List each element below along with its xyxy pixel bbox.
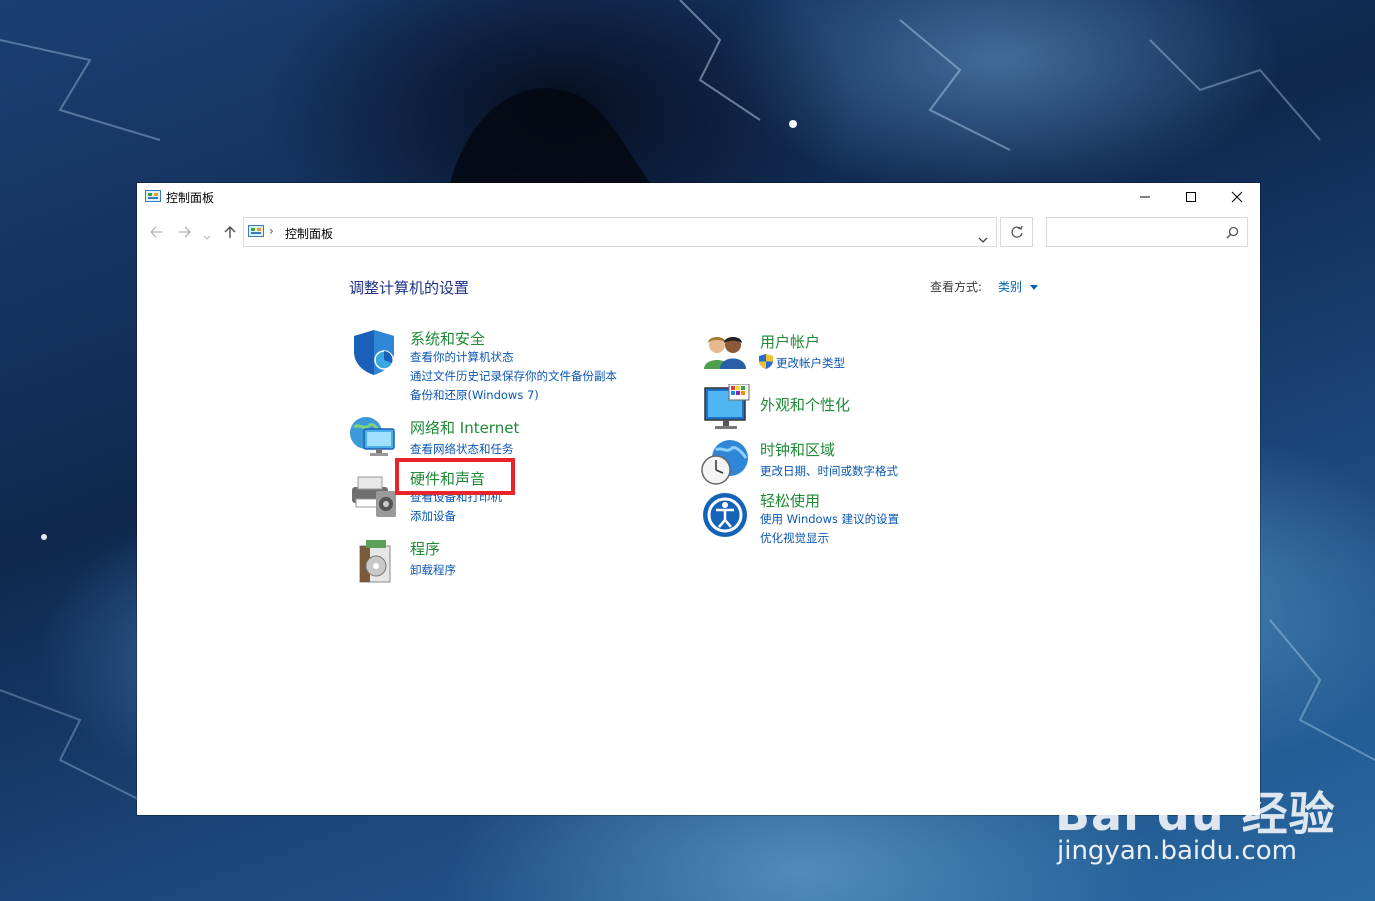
close-icon — [1231, 191, 1243, 203]
chevron-down-icon — [978, 237, 988, 243]
minimize-button[interactable] — [1122, 183, 1168, 211]
link-change-date-time-format[interactable]: 更改日期、时间或数字格式 — [760, 463, 898, 479]
link-add-device[interactable]: 添加设备 — [410, 508, 456, 524]
address-dropdown-button[interactable] — [978, 229, 988, 248]
highlight-box — [395, 458, 515, 495]
forward-arrow-icon — [179, 226, 191, 238]
uac-shield-icon — [759, 354, 773, 369]
forward-button[interactable] — [178, 225, 192, 243]
category-ease-of-access[interactable]: 轻松使用 — [760, 490, 820, 511]
view-by-dropdown[interactable]: 类别 — [998, 278, 1038, 295]
printer-icon[interactable] — [348, 469, 398, 519]
link-backup-restore[interactable]: 备份和还原(Windows 7) — [410, 387, 539, 403]
watermark-logo: Bai du 经验 — [1055, 787, 1336, 841]
watermark-url: jingyan.baidu.com — [1057, 836, 1297, 866]
category-appearance[interactable]: 外观和个性化 — [760, 394, 850, 415]
category-network-internet[interactable]: 网络和 Internet — [410, 417, 519, 438]
search-icon — [1226, 226, 1239, 239]
shield-icon[interactable] — [350, 328, 398, 376]
search-input[interactable] — [1046, 217, 1248, 247]
minimize-icon — [1140, 196, 1150, 198]
back-button[interactable] — [149, 225, 163, 243]
category-user-accounts[interactable]: 用户帐户 — [760, 331, 820, 352]
up-arrow-icon — [224, 226, 236, 238]
ease-of-access-icon[interactable] — [702, 492, 748, 538]
link-recommended-settings[interactable]: 使用 Windows 建议的设置 — [760, 511, 899, 527]
breadcrumb[interactable]: 控制面板 — [285, 225, 333, 242]
category-programs[interactable]: 程序 — [410, 538, 440, 559]
appearance-icon[interactable] — [703, 384, 751, 432]
control-panel-icon — [145, 190, 161, 202]
view-by-label: 查看方式: — [930, 280, 983, 294]
category-system-security[interactable]: 系统和安全 — [410, 328, 485, 349]
network-icon[interactable] — [348, 415, 398, 461]
maximize-button[interactable] — [1168, 183, 1214, 211]
baidu-watermark: Bai du 经验 jingyan.baidu.com — [1055, 778, 1336, 866]
category-clock-region[interactable]: 时钟和区域 — [760, 439, 835, 460]
programs-icon[interactable] — [356, 540, 396, 584]
back-arrow-icon — [150, 226, 162, 238]
users-icon[interactable] — [702, 333, 748, 371]
address-bar[interactable]: › 控制面板 — [243, 217, 997, 247]
refresh-icon — [1011, 225, 1023, 238]
recent-locations-button[interactable] — [203, 229, 211, 245]
link-uninstall-program[interactable]: 卸载程序 — [410, 562, 456, 578]
view-by-value: 类别 — [998, 280, 1023, 294]
up-button[interactable] — [223, 225, 237, 243]
link-view-computer-status[interactable]: 查看你的计算机状态 — [410, 349, 514, 365]
link-change-account-type[interactable]: 更改帐户类型 — [776, 355, 845, 371]
control-panel-icon — [248, 225, 264, 237]
clock-globe-icon[interactable] — [700, 438, 750, 486]
chevron-down-icon — [203, 235, 211, 240]
link-file-history-backup[interactable]: 通过文件历史记录保存你的文件备份副本 — [410, 368, 617, 384]
maximize-icon — [1186, 192, 1196, 202]
breadcrumb-separator: › — [269, 224, 274, 238]
navigation-bar: › 控制面板 — [137, 217, 1260, 249]
link-optimize-visual-display[interactable]: 优化视觉显示 — [760, 530, 829, 546]
window-title: 控制面板 — [166, 191, 215, 205]
dropdown-arrow-icon — [1029, 284, 1038, 290]
control-panel-window: 控制面板 › 控制面板 调整计算机的设置 查看方式: 类别 系统和安全 查看你的… — [137, 183, 1260, 815]
link-network-status[interactable]: 查看网络状态和任务 — [410, 441, 514, 457]
close-button[interactable] — [1214, 183, 1260, 211]
page-title: 调整计算机的设置 — [349, 279, 470, 297]
refresh-button[interactable] — [1000, 217, 1033, 247]
title-bar: 控制面板 — [137, 183, 1260, 213]
